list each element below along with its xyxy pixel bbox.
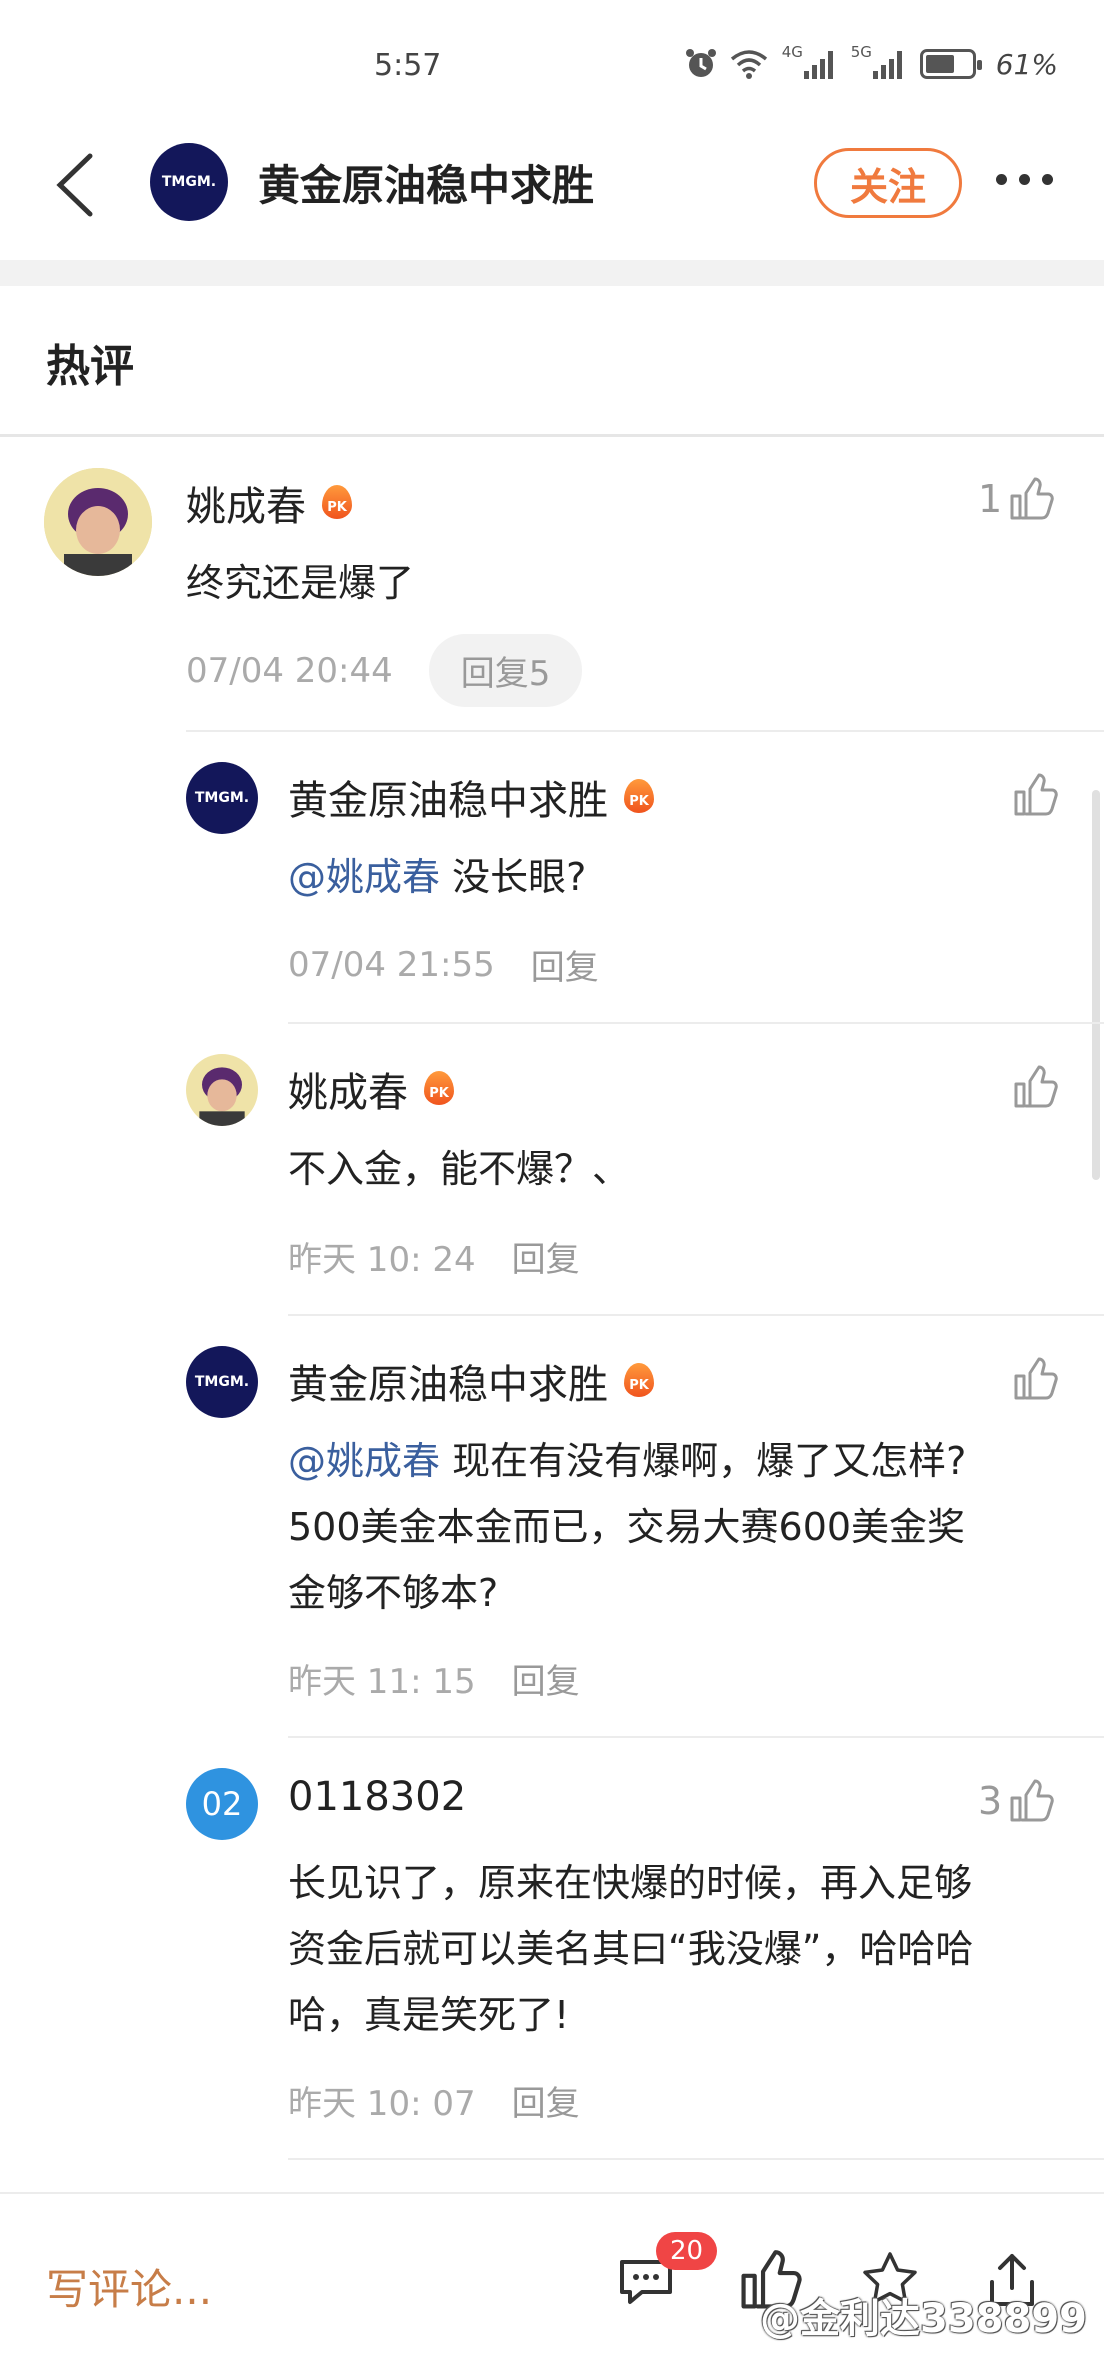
reply-time: 昨天 10: 24 (288, 1240, 476, 1280)
divider (288, 1314, 1104, 1316)
reply-meta: 昨天 10: 07 回复 (288, 2076, 580, 2125)
like-count: 3 (978, 1779, 1003, 1823)
pk-badge-icon: PK (624, 779, 654, 815)
battery-icon (919, 49, 982, 79)
like-button[interactable]: 1 (978, 476, 1054, 522)
avatar[interactable]: 02 (186, 1768, 258, 1840)
thumbs-up-icon (1010, 1779, 1054, 1822)
avatar-logo-text: TMGM. (161, 174, 217, 190)
thumbs-up-icon (1010, 477, 1054, 520)
reply-time: 昨天 11: 15 (288, 1662, 476, 1702)
author-name: 姚成春 (186, 484, 306, 530)
reply-text: 长见识了，原来在快爆的时候，再入足够 资金后就可以美名其曰“我没爆”，哈哈哈 哈… (288, 1861, 974, 2037)
status-time: 5:57 (374, 48, 442, 83)
reply-author[interactable]: 黄金原油稳中求胜 PK (288, 768, 654, 826)
comment-count-badge: 20 (656, 2232, 718, 2270)
avatar[interactable]: TMGM. (186, 762, 258, 834)
signal-4g-icon: 4G (782, 43, 833, 79)
back-arrow-icon[interactable] (52, 150, 98, 220)
follow-button[interactable]: 关注 (814, 148, 962, 218)
status-bar: 5:57 4G 5G 61% (0, 0, 1104, 120)
pk-badge-icon: PK (624, 1363, 654, 1399)
pk-badge-icon: PK (322, 485, 352, 521)
reply-button[interactable]: 回复 (531, 940, 599, 989)
reply-time: 07/04 21:55 (288, 944, 495, 985)
reply-button[interactable]: 回复 (512, 2076, 580, 2125)
more-options-icon[interactable] (996, 174, 1053, 185)
reply-time: 昨天 10: 07 (288, 2084, 476, 2124)
thumbs-up-icon (1014, 1065, 1058, 1108)
like-count: 1 (978, 477, 1003, 521)
reply-meta: 昨天 10: 24 回复 (288, 1232, 580, 1281)
reply-text: 不入金，能不爆？、 (288, 1147, 631, 1191)
avatar[interactable]: TMGM. (186, 1346, 258, 1418)
divider (0, 434, 1104, 437)
scrollbar[interactable] (1092, 790, 1100, 1180)
wifi-icon (730, 50, 767, 79)
write-comment-input[interactable]: 写评论... (46, 2256, 212, 2317)
divider (288, 1022, 1104, 1024)
signal-5g-icon: 5G (851, 43, 902, 79)
net2-label: 5G (850, 43, 872, 61)
mention-link[interactable]: @姚成春 (288, 1439, 440, 1483)
reply-text: @姚成春 没长眼? (288, 855, 587, 899)
avatar[interactable] (44, 468, 152, 576)
view-replies-button[interactable]: 回复5 (428, 634, 583, 707)
status-icons: 4G 5G 61% (684, 43, 1058, 84)
reply-text: @姚成春 现在有没有爆啊，爆了又怎样? 500美金本金而已，交易大赛600美金奖… (288, 1439, 967, 1615)
battery-percent: 61% (995, 47, 1058, 81)
bottom-bar: 写评论... 20 @金利达338899 (0, 2192, 1104, 2376)
comment-author[interactable]: 姚成春 PK (186, 474, 352, 532)
section-separator (0, 260, 1104, 286)
reply-author[interactable]: 姚成春 PK (288, 1060, 454, 1118)
like-button[interactable]: 3 (978, 1778, 1054, 1824)
hot-comments-title: 热评 (46, 341, 134, 392)
thumbs-up-icon (1014, 1357, 1058, 1400)
alarm-icon (685, 49, 716, 77)
comment-time: 07/04 20:44 (186, 650, 393, 691)
reply-button[interactable]: 回复 (512, 1232, 580, 1281)
account-avatar[interactable]: TMGM. (150, 143, 228, 221)
divider (186, 730, 1104, 732)
reply-author[interactable]: 0118302 (288, 1774, 466, 1820)
reply-button[interactable]: 回复 (512, 1654, 580, 1703)
comment-text: 终究还是爆了 (186, 561, 415, 605)
like-button[interactable] (1012, 1064, 1058, 1110)
like-button[interactable] (1012, 1356, 1058, 1402)
avatar[interactable] (186, 1054, 258, 1126)
reply-author[interactable]: 黄金原油稳中求胜 PK (288, 1352, 654, 1410)
pk-badge-icon: PK (424, 1071, 454, 1107)
comment-meta: 07/04 20:44 回复5 (186, 634, 583, 707)
page-title: 黄金原油稳中求胜 (258, 161, 595, 210)
mention-link[interactable]: @姚成春 (288, 855, 440, 899)
like-button[interactable] (1012, 772, 1058, 818)
reply-meta: 07/04 21:55 回复 (288, 940, 599, 989)
divider (288, 2158, 1104, 2160)
watermark: @金利达338899 (760, 2296, 1087, 2342)
thumbs-up-icon (1014, 773, 1058, 816)
divider (288, 1736, 1104, 1738)
net1-label: 4G (781, 43, 803, 61)
reply-meta: 昨天 11: 15 回复 (288, 1654, 580, 1703)
